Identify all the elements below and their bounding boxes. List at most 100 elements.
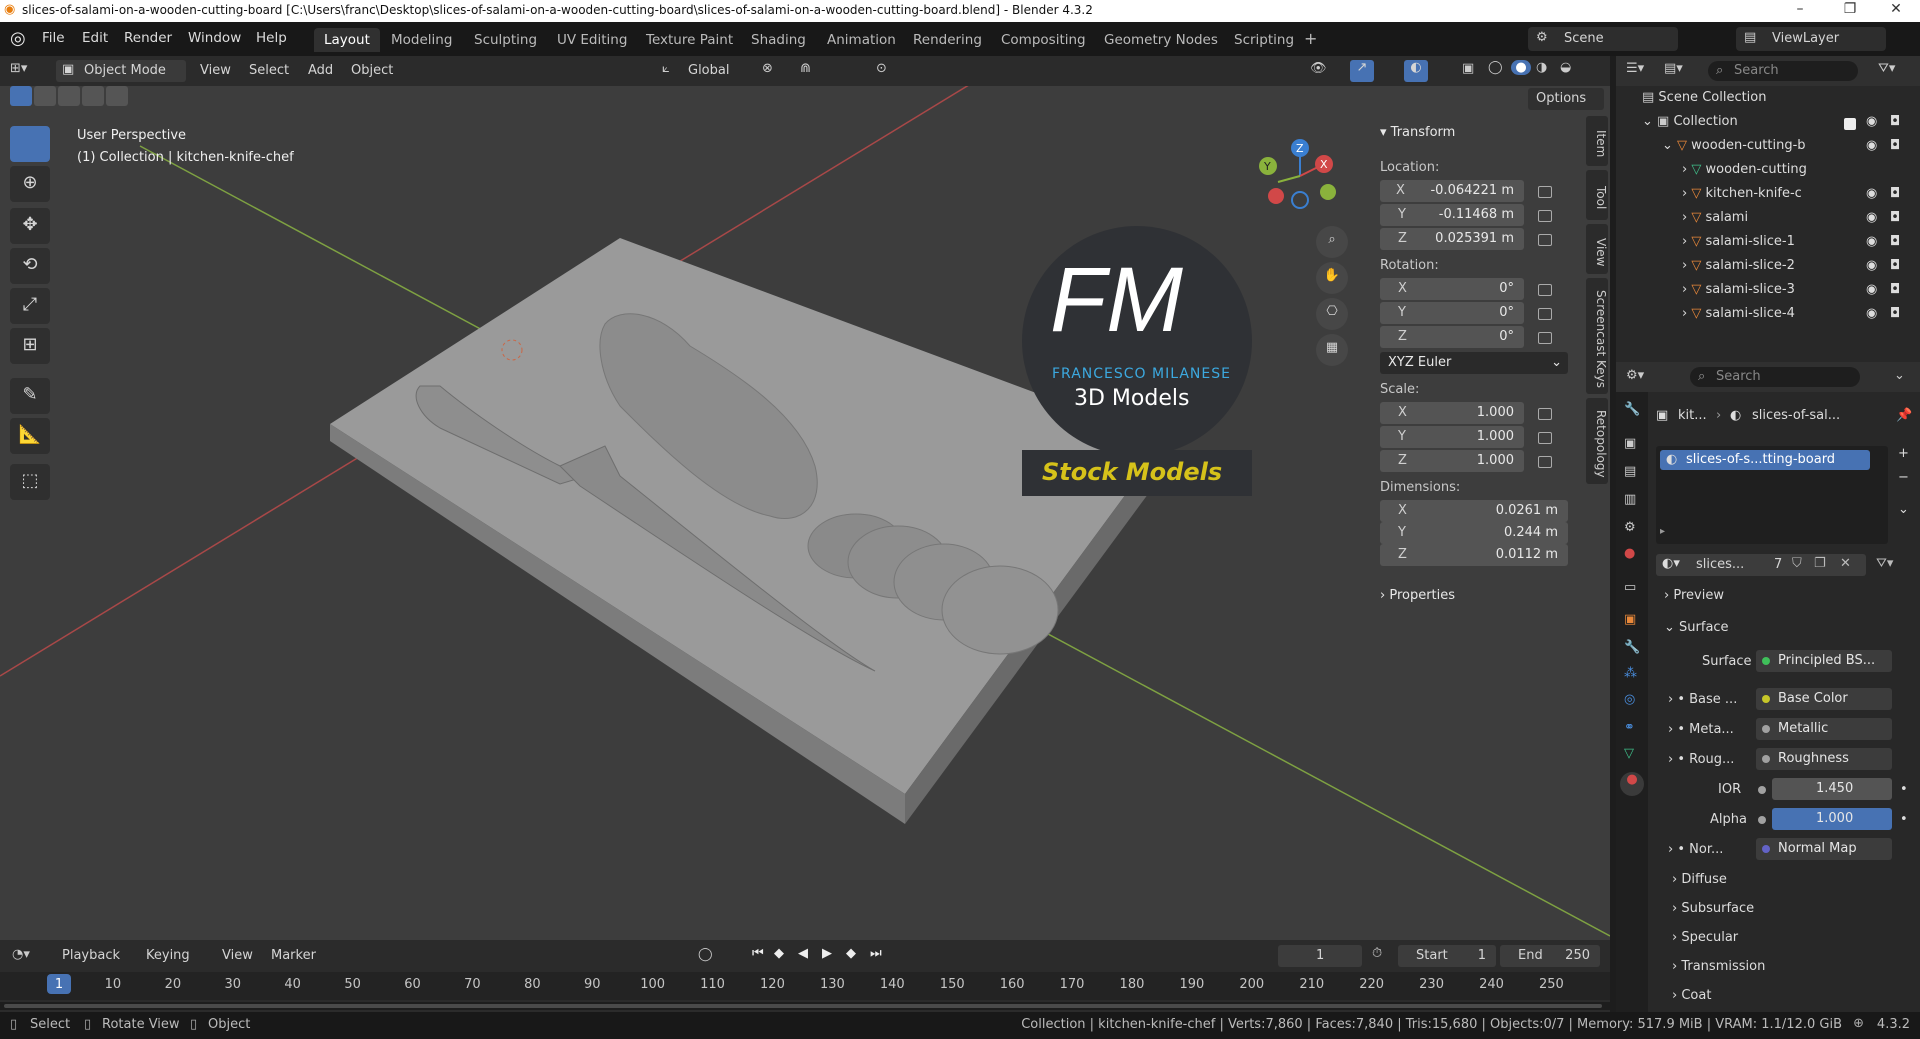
lock-icon[interactable]	[1538, 432, 1552, 444]
tab-sculpting[interactable]: Sculpting	[464, 28, 547, 52]
tool-tab-icon[interactable]: 🔧	[1624, 402, 1640, 417]
camera-icon[interactable]: ◘	[1890, 282, 1900, 297]
jump-start-icon[interactable]: ⏮	[752, 946, 764, 961]
scale-x-field[interactable]: X 1.000	[1380, 402, 1524, 424]
material-tab-icon[interactable]: ●	[1620, 772, 1644, 796]
eye-icon[interactable]: ◉	[1866, 210, 1877, 225]
mode-selector[interactable]: ▣ Object Mode	[56, 60, 186, 82]
render-tab-icon[interactable]: ▣	[1624, 436, 1636, 451]
camera-icon[interactable]: ◘	[1890, 258, 1900, 273]
rotation-z-field[interactable]: Z 0°	[1380, 326, 1524, 348]
properties-search-input[interactable]: ⌕ Search	[1690, 367, 1860, 387]
camera-icon[interactable]: ◘	[1890, 186, 1900, 201]
menu-file[interactable]: File	[42, 30, 65, 46]
outliner-item[interactable]: › ▽ wooden-cutting	[1682, 162, 1807, 186]
fake-user-icon[interactable]: ⛉	[1792, 556, 1802, 571]
tab-layout[interactable]: Layout	[314, 28, 380, 52]
tab-uv-editing[interactable]: UV Editing	[547, 28, 637, 52]
display-mode-icon[interactable]: ▤▾	[1664, 61, 1683, 76]
select-box-mode-icon[interactable]	[10, 86, 32, 106]
3d-viewport[interactable]: ⊕ ✥ ⟲ ⤢ ⊞ ✎ 📐 ⬚ User Perspective (1) Col…	[0, 86, 1610, 940]
camera-icon[interactable]: ◘	[1890, 210, 1900, 225]
stopwatch-icon[interactable]: ⏱	[1372, 946, 1382, 961]
eye-icon[interactable]: ◉	[1866, 114, 1877, 129]
chevron-down-icon[interactable]: ⌄	[1894, 368, 1905, 383]
select-intersect-icon[interactable]	[106, 86, 128, 106]
scale-y-field[interactable]: Y 1.000	[1380, 426, 1524, 448]
rotation-x-field[interactable]: X 0°	[1380, 278, 1524, 300]
camera-view-icon[interactable]: ⎔	[1316, 298, 1348, 330]
breadcrumb-material[interactable]: slices-of-sal...	[1752, 408, 1840, 423]
lock-icon[interactable]	[1538, 332, 1552, 344]
cursor-tool-icon[interactable]: ⊕	[10, 166, 50, 202]
close-icon[interactable]: ✕	[1840, 556, 1851, 571]
pin-icon[interactable]: 📌	[1896, 408, 1912, 423]
maximize-icon[interactable]: ❐	[1830, 1, 1870, 17]
dimensions-x-field[interactable]: X 0.0261 m	[1380, 500, 1568, 522]
rotate-tool-icon[interactable]: ⟲	[10, 248, 50, 284]
visibility-icon[interactable]: 👁	[1310, 61, 1327, 76]
current-frame-field[interactable]: 1	[1278, 945, 1362, 967]
select-extend-icon[interactable]	[34, 86, 56, 106]
filter-icon[interactable]: ⛛▾	[1876, 556, 1893, 571]
orientation-selector[interactable]: Global	[688, 63, 729, 78]
header-menu-object[interactable]: Object	[351, 63, 393, 78]
wireframe-shading-icon[interactable]: ◯	[1488, 60, 1503, 75]
editor-type-icon[interactable]: ⊞▾	[10, 61, 27, 76]
header-menu-view[interactable]: View	[200, 63, 231, 78]
outliner-item[interactable]: ⌄ ▽ wooden-cutting-b	[1662, 138, 1806, 162]
eye-icon[interactable]: ◉	[1866, 282, 1877, 297]
camera-icon[interactable]: ◘	[1890, 138, 1900, 153]
overlay-toggle-icon[interactable]: ◐	[1404, 60, 1428, 82]
duplicate-icon[interactable]: ❐	[1814, 556, 1826, 571]
tab-rendering[interactable]: Rendering	[903, 28, 992, 52]
header-menu-select[interactable]: Select	[249, 63, 289, 78]
gizmo-toggle-icon[interactable]: ↗	[1350, 60, 1374, 82]
base-color-field[interactable]: Base Color	[1756, 688, 1892, 710]
dimensions-y-field[interactable]: Y 0.244 m	[1380, 522, 1568, 544]
solid-shading-icon[interactable]: ●	[1511, 60, 1531, 75]
options-button[interactable]: Options	[1528, 88, 1604, 110]
sidetab-retopology[interactable]: Retopology	[1586, 398, 1608, 484]
lock-icon[interactable]	[1538, 234, 1552, 246]
rotation-mode-select[interactable]: XYZ Euler ⌄	[1380, 352, 1568, 374]
outliner-item[interactable]: › ▽ kitchen-knife-c	[1682, 186, 1802, 210]
keyframe-dot-icon[interactable]: •	[1900, 812, 1908, 827]
collection-tab-icon[interactable]: ▭	[1624, 580, 1636, 595]
transform-header[interactable]: ▾ Transform	[1380, 125, 1455, 140]
scene-tab-icon[interactable]: ⚙	[1624, 520, 1636, 535]
editor-type-icon[interactable]: ⚙▾	[1626, 368, 1644, 383]
lock-icon[interactable]	[1538, 210, 1552, 222]
measure-tool-icon[interactable]: 📐	[10, 418, 50, 454]
outliner-item[interactable]: › ▽ salami-slice-3	[1682, 282, 1795, 306]
keyframe-dot-icon[interactable]: •	[1900, 782, 1908, 797]
chevron-down-icon[interactable]: ⌄	[1898, 502, 1909, 517]
editor-type-icon[interactable]: ☰▾	[1626, 61, 1644, 76]
menu-window[interactable]: Window	[188, 30, 241, 46]
breadcrumb-object[interactable]: kit...	[1678, 408, 1707, 423]
minimize-icon[interactable]: –	[1780, 1, 1820, 17]
eye-icon[interactable]: ◉	[1866, 186, 1877, 201]
transform-tool-icon[interactable]: ⊞	[10, 328, 50, 364]
camera-icon[interactable]: ◘	[1890, 306, 1900, 321]
diffuse-section[interactable]: › Diffuse	[1672, 872, 1727, 887]
location-y-field[interactable]: Y -0.11468 m	[1380, 204, 1524, 226]
coat-section[interactable]: › Coat	[1672, 988, 1711, 1003]
constraint-tab-icon[interactable]: ⚭	[1624, 720, 1635, 735]
physics-tab-icon[interactable]: ◎	[1624, 692, 1635, 707]
roughness-field[interactable]: Roughness	[1756, 748, 1892, 770]
tab-geometry-nodes[interactable]: Geometry Nodes	[1094, 28, 1228, 52]
menu-edit[interactable]: Edit	[82, 30, 108, 46]
select-invert-icon[interactable]	[82, 86, 104, 106]
zoom-icon[interactable]: ⌕	[1316, 226, 1348, 258]
rotation-y-field[interactable]: Y 0°	[1380, 302, 1524, 324]
add-slot-icon[interactable]: +	[1898, 446, 1909, 461]
outliner-item[interactable]: ⌄ ▣ Collection	[1642, 114, 1738, 138]
eye-icon[interactable]: ◉	[1866, 306, 1877, 321]
sidetab-item[interactable]: Item	[1586, 116, 1608, 166]
preview-section[interactable]: › Preview	[1664, 588, 1724, 603]
normal-row[interactable]: › • Nor...	[1668, 842, 1723, 857]
outliner-search-input[interactable]: ⌕ Search	[1708, 61, 1858, 81]
camera-icon[interactable]: ◘	[1890, 234, 1900, 249]
move-tool-icon[interactable]: ✥	[10, 208, 50, 244]
